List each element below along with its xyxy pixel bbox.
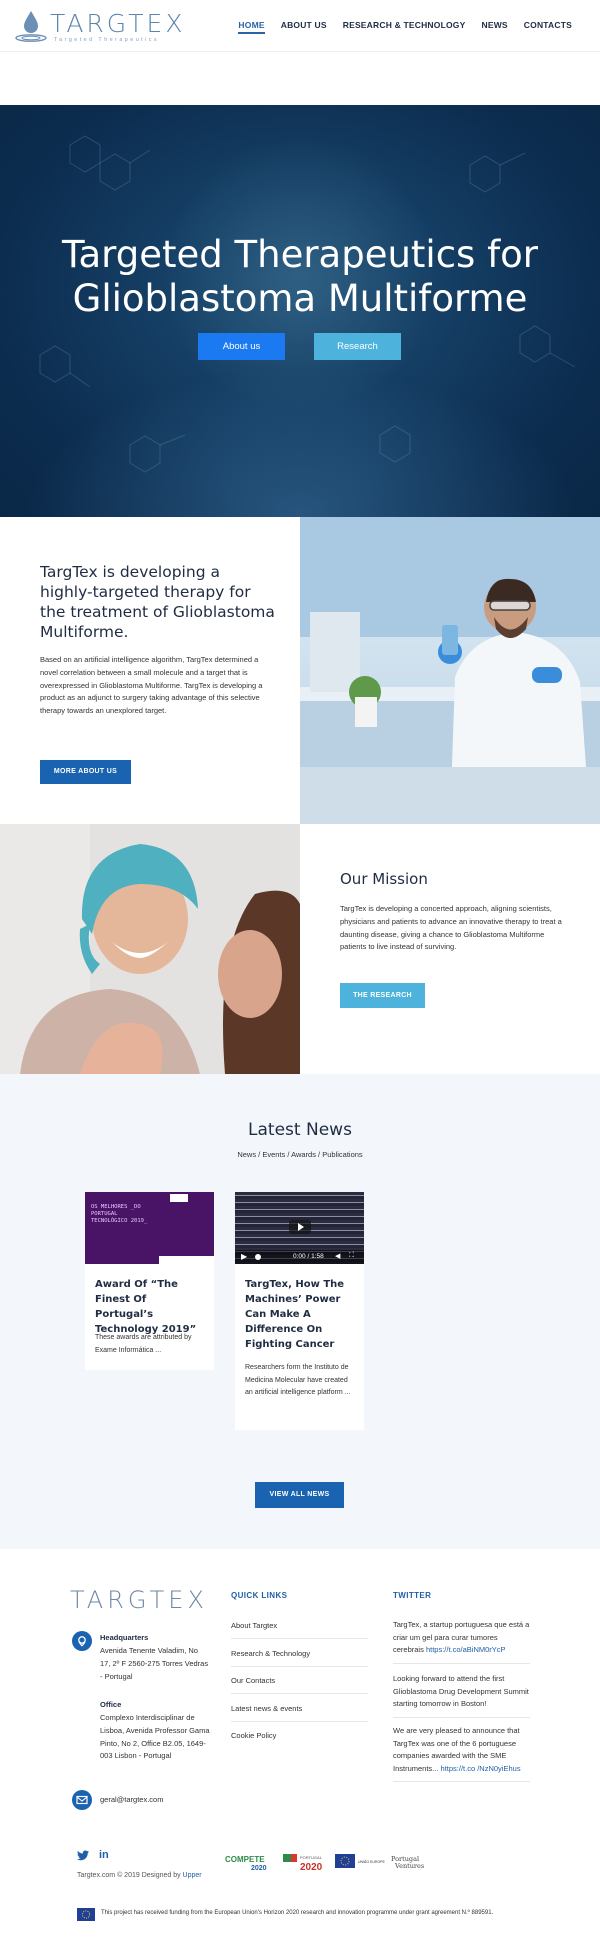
video-play-icon[interactable]: ▶ <box>241 1252 247 1261</box>
quick-link-contacts[interactable]: Our Contacts <box>231 1676 368 1694</box>
tweet-text: Looking forward to attend the first Glio… <box>393 1674 529 1708</box>
designer-link[interactable]: Upper <box>183 1872 202 1879</box>
compete-2020-logo: COMPETE 2020 <box>225 1852 275 1872</box>
video-scrubber[interactable] <box>255 1254 261 1260</box>
the-research-button[interactable]: THE RESEARCH <box>340 983 425 1008</box>
tweet: Looking forward to attend the first Glio… <box>393 1673 530 1718</box>
location-icon <box>72 1631 92 1651</box>
fullscreen-icon[interactable]: ⛶ <box>349 1252 354 1260</box>
svg-text:2020: 2020 <box>251 1865 267 1872</box>
intro-body: Based on an artificial intelligence algo… <box>40 655 263 716</box>
logo-text: TARGTEX <box>50 9 186 38</box>
volume-icon[interactable]: ◀ <box>335 1252 340 1260</box>
twitter-title: TWITTER <box>393 1591 432 1600</box>
twitter-icon[interactable] <box>77 1850 89 1864</box>
funding-text: This project has received funding from t… <box>101 1910 494 1916</box>
video-controls: ▶ 0:00 / 1:58 ◀ ⛶ <box>235 1250 364 1264</box>
portugal-ventures-logo-graphic: PortugalVentures <box>391 1855 424 1870</box>
mission-body: TargTex is developing a concerted approa… <box>340 904 562 952</box>
thumbnail-badge <box>170 1194 188 1202</box>
footer-email[interactable]: geral@targtex.com <box>100 1794 163 1807</box>
patient-illustration <box>0 824 300 1074</box>
thumbnail-logos-strip <box>159 1256 214 1264</box>
svg-text:2020: 2020 <box>300 1862 323 1872</box>
about-us-button[interactable]: About us <box>198 333 285 360</box>
mission-title: Our Mission <box>340 870 428 888</box>
svg-text:Ventures: Ventures <box>394 1862 424 1870</box>
news-title: Latest News <box>248 1120 352 1140</box>
site-footer: TARGTEX Headquarters Avenida Tenente Val… <box>0 1549 600 1939</box>
mail-icon <box>72 1790 92 1810</box>
logo-drop-icon <box>15 11 47 42</box>
view-all-news-button[interactable]: VIEW ALL NEWS <box>255 1482 344 1508</box>
award-thumbnail-text: OS MELHORES _DO PORTUGAL TECNOLÓGICO 201… <box>91 1204 148 1224</box>
tweet-link[interactable]: https://t.co/aBiNM0rYcP <box>426 1645 506 1654</box>
hq-label: Headquarters <box>100 1633 149 1642</box>
video-time: 0:00 / 1:58 <box>293 1253 324 1260</box>
quick-link-news[interactable]: Latest news & events <box>231 1704 368 1722</box>
news-categories: News / Events / Awards / Publications <box>237 1150 363 1159</box>
hero-banner: Targeted Therapeutics for Glioblastoma M… <box>0 105 600 517</box>
copyright: Targtex.com © 2019 Designed by Upper <box>77 1872 202 1879</box>
quick-link-research[interactable]: Research & Technology <box>231 1649 368 1667</box>
latest-news-section: Latest News News / Events / Awards / Pub… <box>0 1074 600 1549</box>
video-player[interactable]: ▶ 0:00 / 1:58 ◀ ⛶ <box>235 1192 364 1264</box>
patient-doctor-photo <box>0 824 300 1074</box>
news-card-title[interactable]: TargTex, How The Machines’ Power Can Mak… <box>245 1277 355 1352</box>
quick-links-title: QUICK LINKS <box>231 1591 288 1600</box>
nav-contacts[interactable]: CONTACTS <box>524 20 572 34</box>
eu-flag-icon <box>77 1908 95 1921</box>
site-header: TARGTEX Targeted Therapeutics HOME ABOUT… <box>0 0 600 52</box>
intro-title: TargTex is developing a highly-targeted … <box>40 563 275 641</box>
scientist-illustration <box>300 517 600 824</box>
portugal-ventures-logo: Portugal Ventures <box>391 1853 431 1870</box>
funding-notice: This project has received funding from t… <box>77 1907 527 1923</box>
hero-title-line1: Targeted Therapeutics for <box>62 233 538 276</box>
news-card[interactable]: ▶ 0:00 / 1:58 ◀ ⛶ TargTex, How The Machi… <box>235 1192 364 1430</box>
svg-text:COMPETE: COMPETE <box>225 1855 265 1864</box>
news-card-excerpt: Researchers form the Instituto de Medici… <box>245 1364 351 1396</box>
news-card[interactable]: OS MELHORES _DO PORTUGAL TECNOLÓGICO 201… <box>85 1192 214 1370</box>
footer-logo[interactable]: TARGTEX <box>70 1586 208 1614</box>
nav-home[interactable]: HOME <box>238 20 265 34</box>
copyright-text: Targtex.com © 2019 Designed by <box>77 1872 183 1879</box>
news-card-title[interactable]: Award Of “The Finest Of Portugal’s Techn… <box>95 1277 205 1337</box>
award-thumbnail[interactable]: OS MELHORES _DO PORTUGAL TECNOLÓGICO 201… <box>85 1192 214 1264</box>
targtex-logo[interactable]: TARGTEX Targeted Therapeutics <box>14 7 182 45</box>
nav-news[interactable]: NEWS <box>481 20 507 34</box>
office-label: Office <box>100 1700 122 1709</box>
quick-link-cookie-policy[interactable]: Cookie Policy <box>231 1731 368 1748</box>
tweet: We are very pleased to announce that Tar… <box>393 1725 530 1782</box>
play-button[interactable] <box>289 1220 311 1234</box>
main-nav: HOME ABOUT US RESEARCH & TECHNOLOGY NEWS… <box>238 20 572 34</box>
hero-title-line2: Glioblastoma Multiforme <box>72 277 528 320</box>
logo-tagline: Targeted Therapeutics <box>54 37 160 43</box>
european-union-logo: UNIÃO EUROPEIA <box>335 1853 389 1870</box>
svg-text:UNIÃO EUROPEIA: UNIÃO EUROPEIA <box>358 1859 385 1864</box>
svg-text:PORTUGAL: PORTUGAL <box>300 1855 323 1860</box>
portugal-2020-logo: PORTUGAL 2020 <box>283 1852 329 1873</box>
news-card-excerpt: These awards are attributed by Exame Inf… <box>95 1334 192 1354</box>
hero-title: Targeted Therapeutics for Glioblastoma M… <box>0 233 600 321</box>
nav-about-us[interactable]: ABOUT US <box>281 20 327 34</box>
european-union-logo-graphic: UNIÃO EUROPEIA <box>335 1854 389 1868</box>
quick-link-about[interactable]: About Targtex <box>231 1621 368 1639</box>
hq-address: Avenida Tenente Valadim, No 17, 2º F 256… <box>100 1646 209 1681</box>
portugal-2020-logo-graphic: PORTUGAL 2020 <box>283 1854 323 1873</box>
nav-research-technology[interactable]: RESEARCH & TECHNOLOGY <box>343 20 466 34</box>
office-address: Complexo Interdisciplinar de Lisboa, Ave… <box>100 1713 210 1761</box>
scientist-lab-photo <box>300 517 600 824</box>
intro-section: TargTex is developing a highly-targeted … <box>0 517 300 824</box>
hero-glow-graphic <box>0 357 600 517</box>
linkedin-icon[interactable]: in <box>99 1849 109 1861</box>
tweet: TargTex, a startup portuguesa que está a… <box>393 1619 530 1664</box>
tweet-link[interactable]: https://t.co /NzN0yiEhus <box>441 1764 521 1773</box>
more-about-us-button[interactable]: MORE ABOUT US <box>40 760 131 784</box>
research-button[interactable]: Research <box>314 333 401 360</box>
play-icon <box>298 1223 304 1231</box>
compete-2020-logo-graphic: COMPETE2020 <box>225 1855 267 1872</box>
